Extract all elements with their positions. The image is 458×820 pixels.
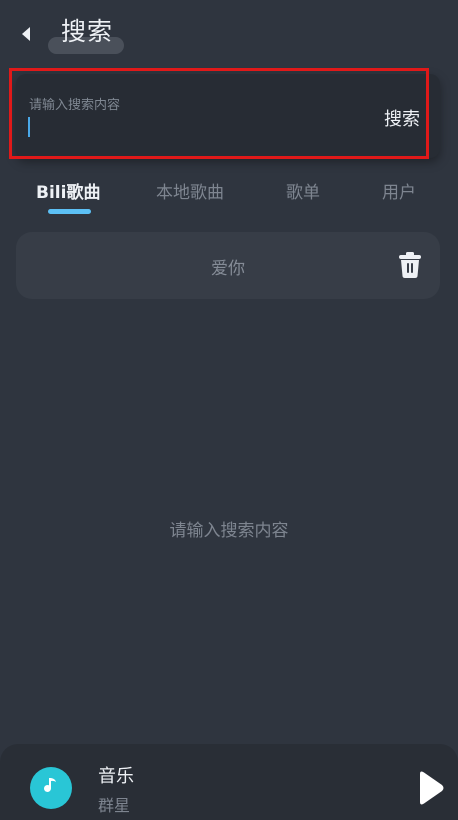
active-tab-indicator (48, 209, 91, 214)
music-note-icon (40, 775, 62, 801)
text-caret (28, 117, 30, 137)
song-title: 音乐 (98, 766, 134, 787)
tab-playlists[interactable]: 歌单 (286, 178, 320, 203)
tab-bili-songs[interactable]: Bili歌曲 (36, 178, 100, 203)
play-icon (414, 771, 446, 812)
page-title: 搜索 (61, 17, 114, 46)
trash-icon (398, 252, 422, 283)
header: 搜索 (0, 0, 458, 66)
delete-history-button[interactable] (398, 251, 422, 279)
history-item-text: 爱你 (211, 259, 245, 279)
result-tabs: Bili歌曲 本地歌曲 歌单 用户 (0, 174, 458, 218)
song-artist: 群星 (98, 796, 131, 815)
search-card: 请输入搜索内容 搜索 (16, 74, 440, 158)
search-page: 搜索 请输入搜索内容 搜索 Bili歌曲 本地歌曲 歌单 用户 爱你 请输入搜索… (0, 0, 458, 820)
mini-player[interactable]: 音乐 群星 (0, 744, 458, 820)
search-input[interactable] (28, 114, 372, 140)
tab-users[interactable]: 用户 (382, 178, 416, 203)
back-button[interactable] (12, 20, 40, 48)
tab-local-songs[interactable]: 本地歌曲 (156, 178, 224, 203)
play-button[interactable] (414, 768, 446, 808)
empty-state-text: 请输入搜索内容 (169, 521, 289, 541)
search-button[interactable]: 搜索 (384, 105, 420, 131)
album-cover[interactable] (30, 767, 72, 809)
search-history-item[interactable]: 爱你 (16, 232, 440, 299)
back-arrow-icon (19, 25, 33, 43)
search-input-label: 请输入搜索内容 (29, 98, 121, 113)
